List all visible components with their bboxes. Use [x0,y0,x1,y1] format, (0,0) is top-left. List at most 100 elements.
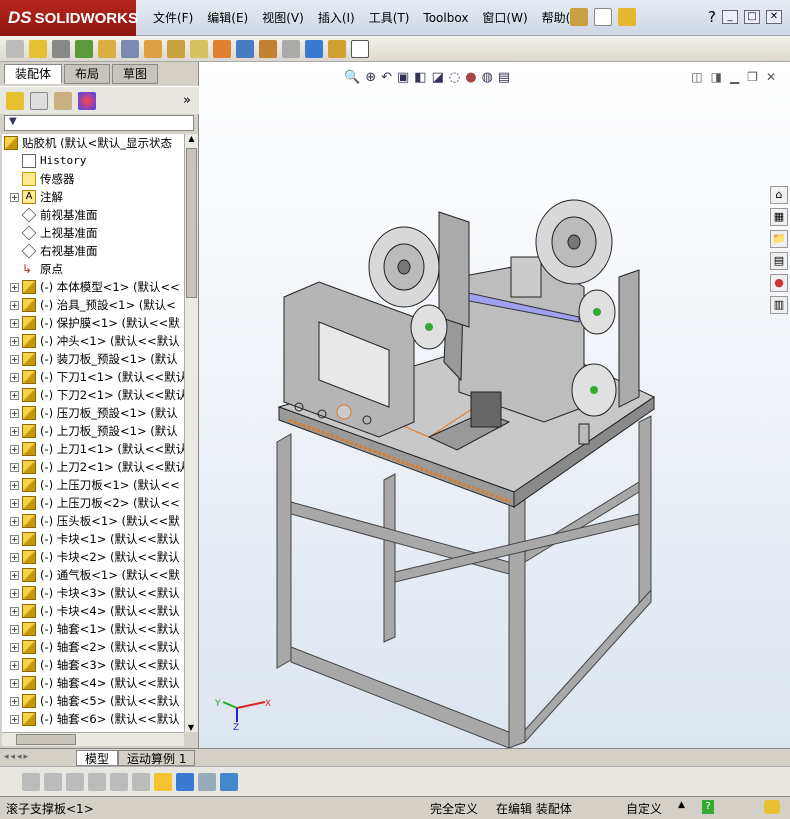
tree-item-component[interactable]: + (-) 下刀2<1> (默认<<默认 [10,386,184,404]
home-icon[interactable]: ⌂ [770,186,788,204]
help-icon[interactable]: ? [708,8,716,26]
expand-icon[interactable]: + [10,300,19,310]
tree-item-sensors[interactable]: 传感器 [22,170,75,188]
appearances-icon[interactable]: ● [770,274,788,292]
explode-line-icon[interactable] [282,39,300,58]
configuration-manager-icon[interactable] [54,91,72,110]
interference-detection-icon[interactable] [305,39,323,58]
expand-icon[interactable]: + [10,588,19,598]
solidworks-logo[interactable]: DS SOLIDWORKS [0,0,138,36]
smart-dimension-icon[interactable] [154,772,172,791]
tree-item-right-plane[interactable]: 右视基准面 [21,242,98,260]
tool-icon-5[interactable] [110,772,128,791]
tree-item-history[interactable]: History [22,152,86,170]
component-icon[interactable] [6,39,24,58]
bill-of-materials-icon[interactable] [236,39,254,58]
tool-icon-1[interactable] [22,772,40,791]
tree-root[interactable]: 贴胶机 (默认<默认_显示状态 [4,134,172,152]
tree-item-component[interactable]: + (-) 通气板<1> (默认<<默 [10,566,180,584]
expand-icon[interactable]: + [10,480,19,490]
expand-icon[interactable]: + [10,696,19,706]
new-document-icon[interactable] [594,8,612,26]
expand-panel-icon[interactable]: » [183,93,191,108]
tree-item-component[interactable]: + (-) 轴套<1> (默认<<默认 [10,620,180,638]
tree-item-component[interactable]: + (-) 上压刀板<1> (默认<< [10,476,180,494]
expand-icon[interactable]: + [10,426,19,436]
expand-icon[interactable]: + [10,516,19,526]
tree-item-component[interactable]: + (-) 压刀板_预設<1> (默认 [10,404,178,422]
expand-icon[interactable]: + [10,678,19,688]
expand-icon[interactable]: + [10,318,19,328]
status-units[interactable]: 自定义 [626,800,662,817]
tree-item-front-plane[interactable]: 前视基准面 [21,206,98,224]
tool-icon-6[interactable] [132,772,150,791]
custom-properties-icon[interactable]: ▥ [770,296,788,314]
tree-item-component[interactable]: + (-) 轴套<4> (默认<<默认 [10,674,180,692]
expand-icon[interactable]: + [10,534,19,544]
tree-item-component[interactable]: + (-) 卡块<2> (默认<<默认 [10,548,180,566]
tree-item-component[interactable]: + (-) 下刀1<1> (默认<<默认 [10,368,184,386]
scroll-down-icon[interactable]: ▼ [185,723,197,732]
tree-item-component[interactable]: + (-) 卡块<3> (默认<<默认 [10,584,180,602]
units-up-icon[interactable]: ▲ [678,800,685,810]
help-status-icon[interactable]: ? [702,800,714,814]
tree-item-component[interactable]: + (-) 上刀板_预設<1> (默认 [10,422,178,440]
menu-window[interactable]: 窗口(W) [475,9,534,27]
expand-icon[interactable]: + [10,408,19,418]
tool-icon-4[interactable] [88,772,106,791]
expand-icon[interactable]: + [10,192,19,202]
new-motion-study-icon[interactable] [213,39,231,58]
tab-model[interactable]: 模型 [76,750,119,766]
tree-item-component[interactable]: + (-) 轴套<5> (默认<<默认 [10,692,180,710]
instant3d-icon[interactable] [328,39,346,58]
tree-item-component[interactable]: + (-) 冲头<1> (默认<<默认 [10,332,180,350]
tree-item-annotations[interactable]: + A 注解 [10,188,63,206]
tree-item-top-plane[interactable]: 上视基准面 [21,224,98,242]
tree-item-component[interactable]: + (-) 上刀1<1> (默认<<默认 [10,440,184,458]
expand-icon[interactable]: + [10,624,19,634]
shaded-view-icon[interactable] [176,772,194,791]
tab-sketch[interactable]: 草图 [112,64,159,84]
insert-component-icon[interactable] [29,39,47,58]
tree-item-component[interactable]: + (-) 卡块<4> (默认<<默认 [10,602,180,620]
tree-vertical-scrollbar[interactable]: ▲ ▼ [184,134,198,732]
menu-file[interactable]: 文件(F) [146,9,200,27]
menu-view[interactable]: 视图(V) [255,9,311,27]
tree-item-component[interactable]: + (-) 卡块<1> (默认<<默认 [10,530,180,548]
tag-icon[interactable] [764,800,780,814]
minimize-button[interactable]: _ [721,10,738,24]
view-palette-icon[interactable]: ▤ [770,252,788,270]
tree-item-component[interactable]: + (-) 本体模型<1> (默认<< [10,278,180,296]
tree-item-component[interactable]: + (-) 治具_预設<1> (默认< [10,296,176,314]
tree-item-component[interactable]: + (-) 轴套<2> (默认<<默认 [10,638,180,656]
expand-icon[interactable]: + [10,336,19,346]
tree-item-component[interactable]: + (-) 保护膜<1> (默认<<默 [10,314,180,332]
expand-icon[interactable]: + [10,606,19,616]
tree-item-component[interactable]: + (-) 轴套<3> (默认<<默认 [10,656,180,674]
expand-icon[interactable]: + [10,372,19,382]
tree-item-component[interactable]: + (-) 装刀板_预設<1> (默认 [10,350,178,368]
open-folder-icon[interactable] [618,8,636,26]
cad-model-view[interactable] [199,62,790,748]
filter-input[interactable]: ▼ [4,115,194,131]
tab-assembly[interactable]: 装配体 [4,64,63,84]
tree-item-origin[interactable]: ↳ 原点 [22,260,63,278]
display-manager-icon[interactable] [78,91,96,110]
scroll-up-icon[interactable]: ▲ [185,134,198,143]
expand-icon[interactable]: + [10,282,19,292]
reference-geometry-icon[interactable] [190,39,208,58]
tool-icon-2[interactable] [44,772,62,791]
menu-tools[interactable]: 工具(T) [362,9,417,27]
smart-fasteners-icon[interactable] [98,39,116,58]
graphics-area[interactable]: 🔍 ⊕ ↶ ▣ ◧ ◪ ◌ ● ◍ ▤ ◫ ◨ ▁ ❐ ✕ ⌂ ▦ 📁 ▤ ● … [199,62,790,748]
tab-motion-study[interactable]: 运动算例 1 [118,750,196,766]
expand-icon[interactable]: + [10,552,19,562]
tree-item-component[interactable]: + (-) 压头板<1> (默认<<默 [10,512,180,530]
rebuild-icon[interactable] [351,39,369,58]
maximize-button[interactable]: □ [743,10,760,24]
assembly-features-icon[interactable] [167,39,185,58]
property-manager-icon[interactable] [30,91,48,110]
table-icon[interactable] [198,772,216,791]
tab-layout[interactable]: 布局 [64,64,111,84]
tree-item-component[interactable]: + (-) 轴套<6> (默认<<默认 [10,710,180,728]
